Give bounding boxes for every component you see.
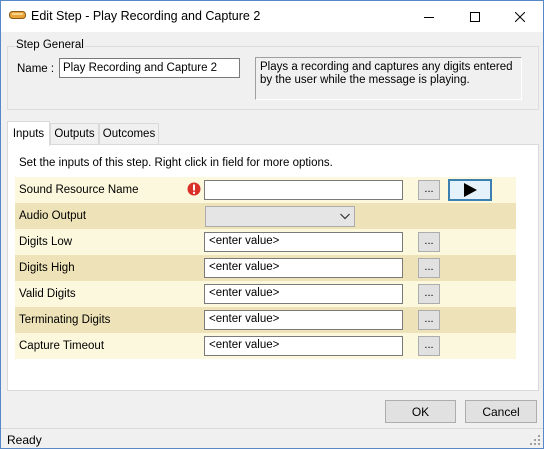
capture-timeout-browse-button[interactable]: ... <box>418 336 440 356</box>
param-row-audio-output: Audio Output <box>15 203 516 229</box>
digits-low-input[interactable]: <enter value> <box>204 232 403 252</box>
maximize-button[interactable] <box>452 1 498 32</box>
maximize-icon <box>470 11 480 22</box>
close-button[interactable] <box>497 1 543 32</box>
digits-high-browse-button[interactable]: ... <box>418 258 440 278</box>
param-label: Audio Output <box>19 210 87 222</box>
tab-outputs[interactable]: Outputs <box>50 123 99 144</box>
inputs-instruction: Set the inputs of this step. Right click… <box>19 157 333 169</box>
cancel-button[interactable]: Cancel <box>465 400 537 423</box>
ok-button[interactable]: OK <box>385 400 456 423</box>
tab-outcomes[interactable]: Outcomes <box>99 123 159 144</box>
audio-output-dropdown[interactable] <box>205 206 355 227</box>
valid-digits-browse-button[interactable]: ... <box>418 284 440 304</box>
app-icon <box>9 11 26 19</box>
play-icon <box>464 183 477 197</box>
minimize-button[interactable] <box>406 1 452 32</box>
digits-high-input[interactable]: <enter value> <box>204 258 403 278</box>
status-bar: Ready <box>1 428 543 448</box>
param-row-capture-timeout: Capture Timeout <enter value> ... <box>15 333 516 359</box>
resize-grip-icon[interactable] <box>529 434 541 446</box>
chevron-down-icon <box>340 213 350 220</box>
close-icon <box>515 11 525 22</box>
status-text: Ready <box>7 433 42 447</box>
param-row-terminating-digits: Terminating Digits <enter value> ... <box>15 307 516 333</box>
sound-resource-browse-button[interactable]: ... <box>418 180 440 200</box>
param-label: Capture Timeout <box>19 340 105 352</box>
play-button[interactable] <box>448 179 492 201</box>
param-label: Digits High <box>19 262 75 274</box>
error-icon <box>187 182 201 196</box>
param-label: Sound Resource Name <box>19 184 139 196</box>
step-general-label: Step General <box>15 39 85 51</box>
param-label: Valid Digits <box>19 288 76 300</box>
terminating-digits-input[interactable]: <enter value> <box>204 310 403 330</box>
tab-inputs[interactable]: Inputs <box>7 121 50 146</box>
param-row-digits-high: Digits High <enter value> ... <box>15 255 516 281</box>
param-row-valid-digits: Valid Digits <enter value> ... <box>15 281 516 307</box>
param-row-sound-resource-name: Sound Resource Name ... <box>15 177 516 203</box>
sound-resource-name-input[interactable] <box>204 180 403 200</box>
terminating-digits-browse-button[interactable]: ... <box>418 310 440 330</box>
capture-timeout-input[interactable]: <enter value> <box>204 336 403 356</box>
param-row-digits-low: Digits Low <enter value> ... <box>15 229 516 255</box>
title-bar[interactable]: Edit Step - Play Recording and Capture 2 <box>1 1 543 32</box>
minimize-icon <box>424 16 434 18</box>
param-label: Digits Low <box>19 236 73 248</box>
digits-low-browse-button[interactable]: ... <box>418 232 440 252</box>
valid-digits-input[interactable]: <enter value> <box>204 284 403 304</box>
window-title: Edit Step - Play Recording and Capture 2 <box>31 9 261 23</box>
param-label: Terminating Digits <box>19 314 111 326</box>
name-label: Name : <box>17 63 55 75</box>
edit-step-window: Edit Step - Play Recording and Capture 2… <box>0 0 544 449</box>
name-field[interactable]: Play Recording and Capture 2 <box>59 58 240 78</box>
step-description: Plays a recording and captures any digit… <box>255 57 522 100</box>
